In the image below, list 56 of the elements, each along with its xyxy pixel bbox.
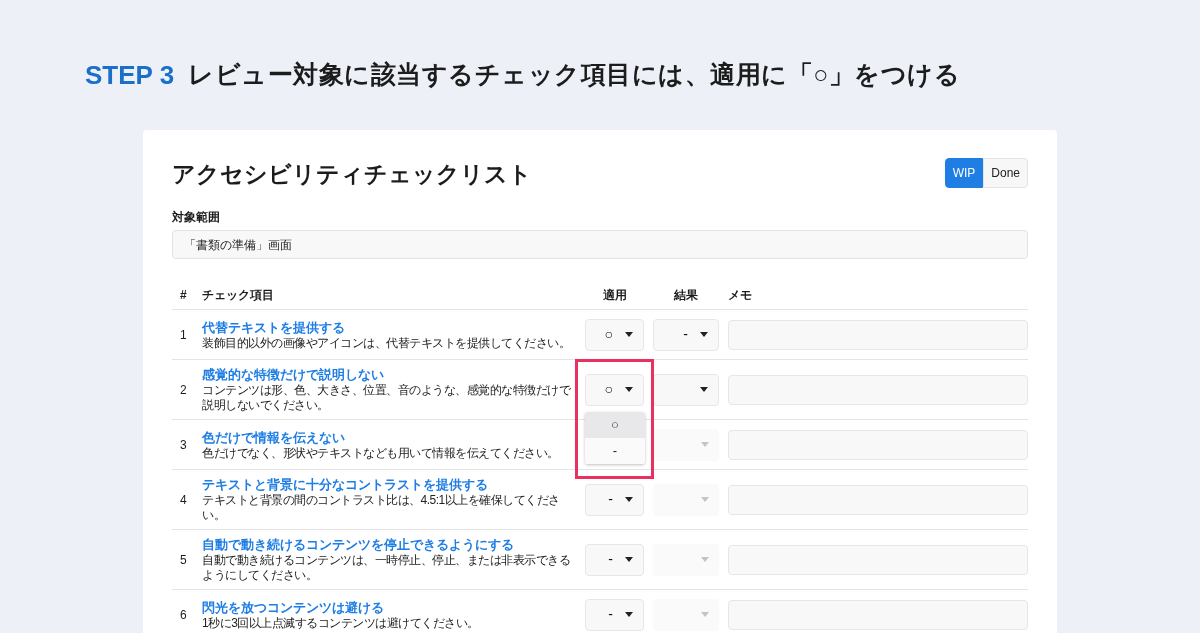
column-header: 適用: [602, 287, 627, 302]
check-item-description: 装飾目的以外の画像やアイコンは、代替テキストを提供してください。: [202, 335, 571, 351]
check-item-description: テキストと背景の間のコントラスト比は、4.5:1以上を確保してください。: [202, 493, 561, 523]
status-toggle[interactable]: Done: [983, 158, 1028, 188]
row-number: 5: [180, 552, 187, 567]
column-header: チェック項目: [202, 287, 274, 302]
caret-icon: [625, 497, 633, 502]
caret-icon: [700, 332, 708, 337]
column-header: 結果: [674, 287, 698, 302]
check-item-link[interactable]: 感覚的な特徴だけで説明しない: [202, 366, 384, 383]
caret-icon: [700, 387, 708, 392]
select-dropdown[interactable]: ○: [585, 318, 644, 351]
card-title: アクセシビリティチェックリスト: [172, 160, 532, 189]
memo-field[interactable]: [728, 484, 1028, 515]
select-dropdown[interactable]: -: [585, 483, 644, 516]
step-label: STEP 3: [85, 58, 175, 92]
input-field[interactable]: 「書類の準備」画面: [172, 230, 1028, 259]
caret-icon: [625, 332, 633, 337]
row-number: 6: [180, 607, 187, 622]
select-dropdown[interactable]: -: [585, 543, 644, 576]
check-item-link[interactable]: テキストと背景に十分なコントラストを提供する: [202, 476, 488, 493]
caret-icon: [625, 612, 633, 617]
row-number: 4: [180, 492, 187, 507]
check-item-link[interactable]: 色だけで情報を伝えない: [202, 428, 345, 446]
caret-icon: [701, 612, 709, 617]
dropdown-option[interactable]: -: [585, 437, 645, 464]
caret-icon: [625, 557, 633, 562]
memo-field[interactable]: [728, 429, 1028, 460]
check-item-description: 色だけでなく、形状やテキストなども用いて情報を伝えてください。: [202, 445, 560, 461]
select-dropdown[interactable]: [653, 373, 719, 406]
caret-icon: [625, 387, 633, 392]
memo-field[interactable]: [728, 319, 1028, 350]
column-header: メモ: [728, 287, 752, 302]
dropdown-option[interactable]: ○: [585, 411, 645, 438]
check-item-description: コンテンツは形、色、大きさ、位置、音のような、感覚的な特徴だけで説明しないでください。: [202, 383, 572, 413]
select-dropdown[interactable]: -: [653, 318, 719, 351]
row-number: 3: [180, 437, 187, 452]
check-item-link[interactable]: 自動で動き続けるコンテンツを停止できるようにする: [202, 536, 514, 553]
caret-icon: [701, 442, 709, 447]
row-number: 2: [180, 382, 187, 397]
status-toggle[interactable]: WIP: [944, 158, 984, 188]
check-item-description: 自動で動き続けるコンテンツは、一時停止、停止、または非表示できるようにしてください。: [202, 553, 571, 583]
select-dropdown[interactable]: -: [585, 598, 644, 631]
memo-field[interactable]: [728, 544, 1028, 575]
memo-field[interactable]: [728, 374, 1028, 405]
field-label: 対象範囲: [172, 209, 221, 226]
heading: レビュー対象に該当するチェック項目には、適用に「○」をつける: [188, 59, 961, 91]
column-header: #: [180, 287, 187, 302]
caret-icon: [701, 557, 709, 562]
check-item-link[interactable]: 代替テキストを提供する: [202, 318, 345, 336]
memo-field[interactable]: [728, 599, 1028, 630]
check-item-description: 1秒に3回以上点滅するコンテンツは避けてください。: [202, 615, 480, 631]
caret-icon: [701, 497, 709, 502]
check-item-link[interactable]: 閃光を放つコンテンツは避ける: [202, 598, 384, 616]
row-number: 1: [180, 327, 187, 342]
select-dropdown[interactable]: ○: [585, 373, 644, 406]
